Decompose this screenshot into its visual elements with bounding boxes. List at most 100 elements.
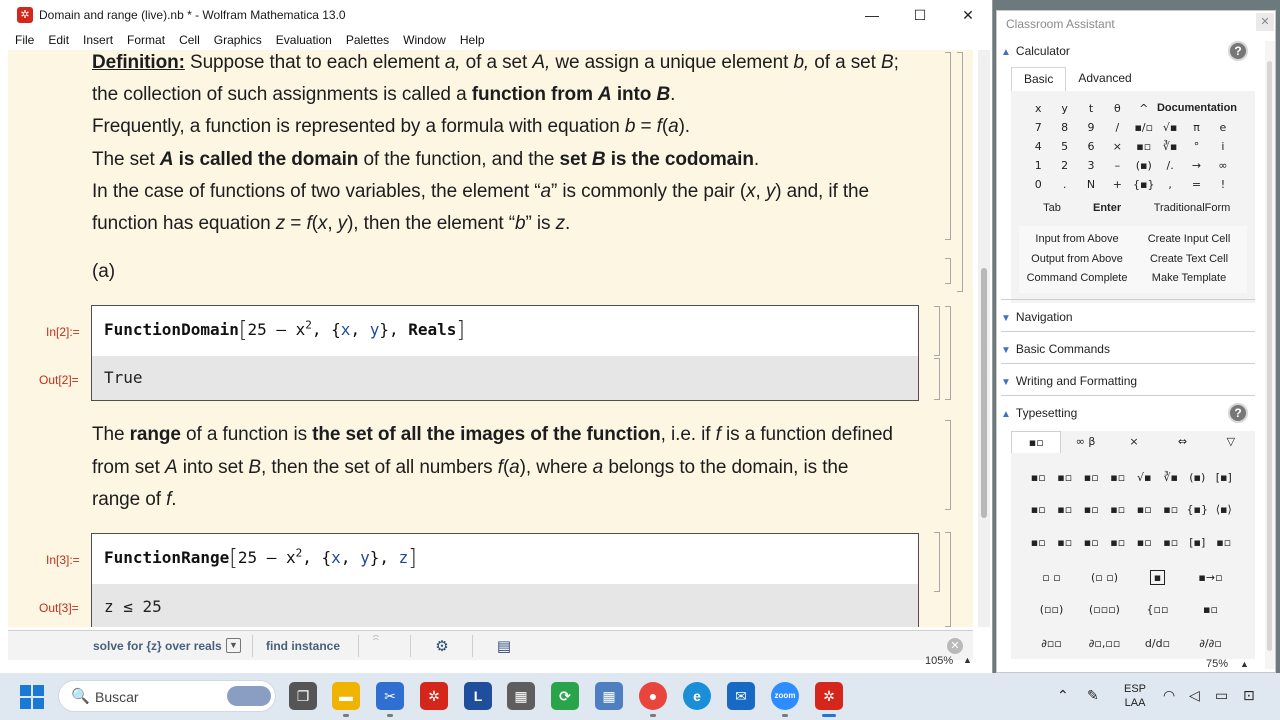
input-expression-3[interactable]: FunctionRange[25 – x2, {x, y}, z] [104,546,417,571]
template-key[interactable]: ▪▫ [1131,494,1158,527]
output-from-above-button[interactable]: Output from Above [1019,250,1135,270]
palette-scrollbar[interactable] [1265,41,1275,669]
key[interactable]: 8 [1051,118,1077,137]
template-key[interactable]: {▫▫ [1131,603,1184,616]
gear-icon[interactable]: ⚙ [431,636,453,656]
key[interactable]: 3 [1078,156,1104,175]
close-suggestions-icon[interactable]: ✕ [947,638,963,654]
zoom-level[interactable]: 105% [925,655,953,667]
input-from-above-button[interactable]: Input from Above [1019,230,1135,250]
section-basic-commands[interactable]: ▼ Basic Commands [1001,342,1110,356]
key[interactable]: + [1104,175,1130,194]
template-key[interactable]: ▪→▫ [1184,570,1237,585]
menu-palettes[interactable]: Palettes [339,33,396,47]
tab-templates[interactable]: ▪▫ [1011,431,1062,453]
mathematica-active-icon[interactable]: ✲ [815,682,843,710]
menu-window[interactable]: Window [396,33,453,47]
taskbar-search[interactable]: 🔍 Buscar [58,680,276,712]
template-key[interactable]: d/d▫ [1131,637,1184,650]
tab-symbols[interactable]: ∞ β [1061,431,1109,453]
key[interactable]: ∛▪ [1157,137,1183,156]
menu-cell[interactable]: Cell [172,33,207,47]
key[interactable]: 7 [1025,118,1051,137]
key[interactable]: x [1025,99,1051,118]
section-calculator[interactable]: ▲ Calculator [1001,44,1070,58]
template-key[interactable]: ▪▫ [1211,526,1238,559]
l-app-icon[interactable]: L [464,682,492,710]
documentation-button[interactable]: Documentation [1157,99,1237,118]
key[interactable]: 5 [1051,137,1077,156]
key[interactable]: N [1078,175,1104,194]
template-key[interactable]: ▪▫ [1025,461,1052,494]
cell-bracket[interactable] [945,52,951,240]
template-key[interactable]: ▪▫ [1078,494,1105,527]
edge-icon[interactable]: e [683,682,711,710]
key[interactable]: . [1051,175,1077,194]
template-key[interactable]: ▪▫ [1105,526,1132,559]
template-key[interactable]: (▫▫▫) [1078,603,1131,616]
template-key[interactable]: ▪▫ [1131,526,1158,559]
menu-edit[interactable]: Edit [41,33,76,47]
task-view-icon[interactable]: ❐ [289,682,317,710]
battery-icon[interactable]: ▭ [1215,687,1228,704]
key[interactable]: √▪ [1157,118,1183,137]
spiral-icon[interactable]: ꩰ [369,636,391,656]
pen-icon[interactable]: ✎ [1087,687,1099,704]
key[interactable]: 6 [1078,137,1104,156]
tab-key[interactable]: Tab [1011,199,1093,218]
template-key[interactable]: √▪ [1131,461,1158,494]
tab-operators[interactable]: × [1110,431,1158,453]
key[interactable]: 0 [1025,175,1051,194]
section-navigation[interactable]: ▼ Navigation [1001,310,1073,324]
wifi-icon[interactable]: ◠ [1163,687,1175,704]
template-key[interactable]: ▪▫ [1052,526,1079,559]
make-template-button[interactable]: Make Template [1135,269,1243,289]
close-button[interactable]: ✕ [944,0,992,30]
key[interactable]: ! [1210,175,1236,194]
show-hidden-icons-icon[interactable]: ⌃ [1057,687,1069,704]
section-writing-formatting[interactable]: ▼ Writing and Formatting [1001,374,1137,388]
maximize-button[interactable]: ☐ [896,0,944,30]
key[interactable]: → [1183,156,1209,175]
template-key[interactable]: ▪▫ [1078,526,1105,559]
template-key[interactable]: ▪▫ [1025,526,1052,559]
help-icon[interactable]: ? [1228,403,1248,423]
key[interactable]: (▪) [1131,156,1157,175]
input-expression-2[interactable]: FunctionDomain[25 – x2, {x, y}, Reals] [104,318,465,343]
key[interactable]: t [1078,99,1104,118]
key[interactable]: – [1104,156,1130,175]
palette-close-icon[interactable]: ✕ [1256,13,1274,31]
template-key[interactable]: ▪▫ [1025,494,1052,527]
template-key[interactable]: ▫ ▫ [1025,570,1078,585]
template-key[interactable]: [▪] [1184,526,1211,559]
template-key[interactable]: (▫▫) [1025,603,1078,616]
tab-advanced[interactable]: Advanced [1066,67,1143,91]
key[interactable]: / [1104,118,1130,137]
template-key[interactable]: ▪▫ [1052,461,1079,494]
key[interactable]: i [1210,137,1236,156]
snipping-tool-icon[interactable]: ✂ [376,682,404,710]
mail-icon[interactable]: ✉ [727,682,755,710]
chat-bubble-icon[interactable]: ▤ [493,636,515,656]
cell-bracket[interactable] [934,532,940,592]
cell-bracket[interactable] [945,532,951,627]
template-key[interactable]: (▫ ▫) [1078,570,1131,585]
calculator-icon[interactable]: ▦ [507,682,535,710]
file-explorer-icon[interactable]: ▬ [332,682,360,710]
key[interactable]: ▪▫ [1131,137,1157,156]
windows-start-icon[interactable] [20,685,44,709]
key[interactable]: θ [1104,99,1130,118]
menu-insert[interactable]: Insert [76,33,120,47]
zoom-up-icon[interactable]: ▲ [963,655,972,665]
help-icon[interactable]: ? [1228,41,1248,61]
minimize-button[interactable]: — [848,0,896,30]
scrollbar-thumb[interactable] [981,268,987,518]
key[interactable]: ° [1183,137,1209,156]
command-complete-button[interactable]: Command Complete [1019,269,1135,289]
key[interactable]: y [1051,99,1077,118]
tab-arrows[interactable]: ⇔ [1158,431,1206,453]
template-key[interactable]: ∂▫,▫▫ [1078,637,1131,650]
enter-key[interactable]: Enter [1093,199,1121,218]
cell-bracket[interactable] [934,306,940,356]
cell-bracket[interactable] [945,420,951,510]
